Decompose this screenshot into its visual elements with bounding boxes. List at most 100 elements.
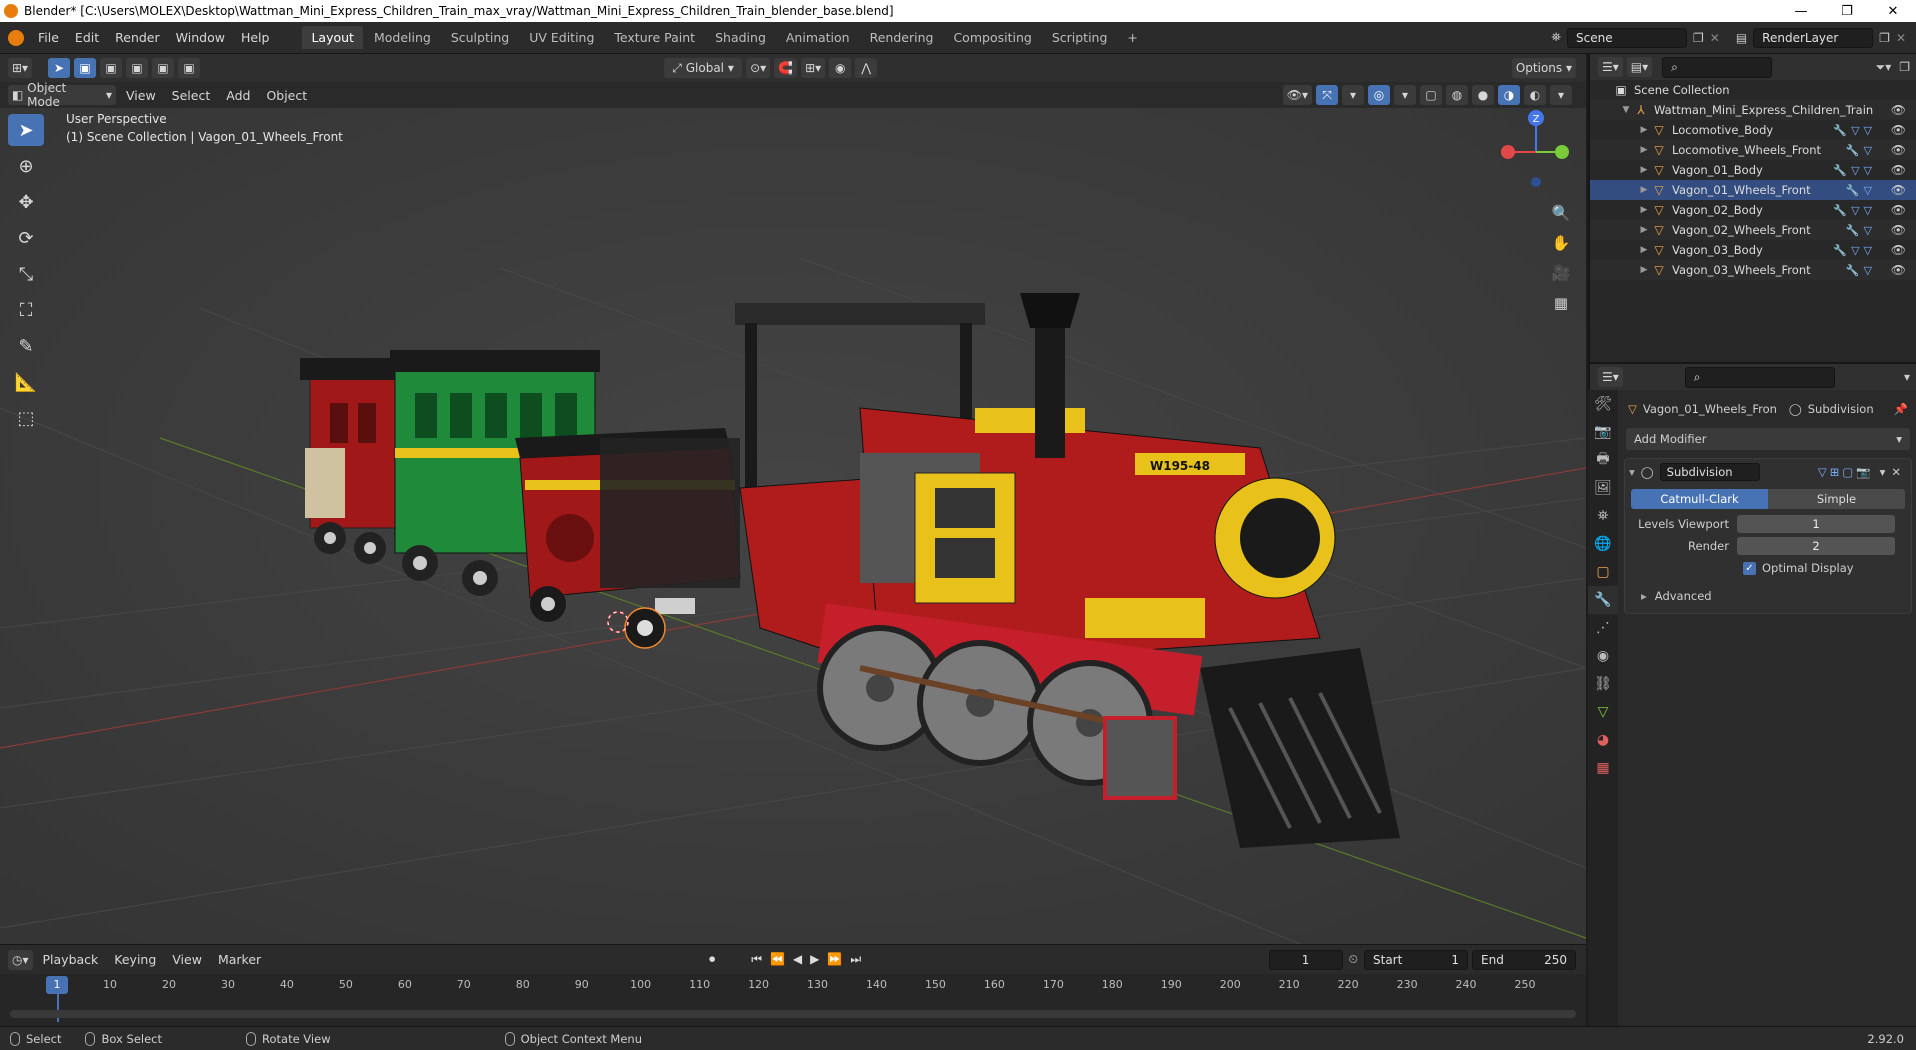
clock-icon[interactable]: ⏲ <box>1349 952 1358 967</box>
tab-modeling[interactable]: Modeling <box>365 26 440 49</box>
tab-uv-editing[interactable]: UV Editing <box>520 26 603 49</box>
cursor-tool-icon[interactable]: ⊕ <box>8 150 44 182</box>
collection-row[interactable]: ▼ ⅄ Wattman_Mini_Express_Children_Train … <box>1590 100 1916 120</box>
outliner-editor-type-icon[interactable]: ☰▾ <box>1598 57 1623 77</box>
select-box-tool-icon[interactable]: ➤ <box>8 114 44 146</box>
tab-animation[interactable]: Animation <box>777 26 859 49</box>
expand-arrow-icon[interactable]: ▶ <box>1638 225 1650 235</box>
playhead[interactable]: 1 <box>46 976 68 994</box>
object-tab-icon[interactable]: ▢ <box>1588 558 1618 586</box>
camera-view-icon[interactable]: 🎥 <box>1548 260 1574 286</box>
pivot-point-icon[interactable]: ⊙▾ <box>746 58 771 78</box>
3d-viewport[interactable]: W195-48 <box>0 108 1586 944</box>
tool-tab-icon[interactable]: 🛠 <box>1588 390 1618 418</box>
current-frame-field[interactable]: 1 <box>1268 949 1343 970</box>
tab-rendering[interactable]: Rendering <box>861 26 943 49</box>
maximize-button[interactable]: ❐ <box>1824 4 1870 19</box>
start-frame-field[interactable]: Start 1 <box>1364 949 1468 970</box>
overlay-dropdown-icon[interactable]: ▾ <box>1394 85 1416 105</box>
menu-window[interactable]: Window <box>168 30 233 45</box>
modifier-menu-icon[interactable]: ▾ <box>1880 465 1886 479</box>
snap-icon[interactable]: 🧲 <box>774 58 798 78</box>
outliner-item-vagon-03-body[interactable]: ▶ ▽ Vagon_03_Body 🔧▽▽ 👁 <box>1590 240 1916 260</box>
rendered-shading-icon[interactable]: ◐ <box>1524 85 1546 105</box>
ortho-grid-icon[interactable]: ▦ <box>1548 290 1574 316</box>
object-name-field[interactable]: Vagon_01_Wheels_Fron <box>1643 402 1789 416</box>
menu-edit[interactable]: Edit <box>67 30 107 45</box>
overlay-toggle-icon[interactable]: ◎ <box>1368 85 1390 105</box>
viewport-menu-object[interactable]: Object <box>258 88 315 103</box>
expand-arrow-icon[interactable]: ▶ <box>1638 185 1650 195</box>
pan-hand-icon[interactable]: ✋ <box>1548 230 1574 256</box>
wireframe-shading-icon[interactable]: ◍ <box>1446 85 1468 105</box>
properties-options-icon[interactable]: ▾ <box>1904 370 1910 384</box>
measure-tool-icon[interactable]: 📐 <box>8 366 44 398</box>
texture-tab-icon[interactable]: ▦ <box>1588 754 1618 782</box>
options-dropdown[interactable]: Options ▾ <box>1511 58 1576 78</box>
gizmo-y-axis[interactable] <box>1555 145 1569 159</box>
visibility-eye-icon[interactable]: 👁 <box>1891 143 1906 157</box>
outliner-item-locomotive-body[interactable]: ▶ ▽ Locomotive_Body 🔧▽▽ 👁 <box>1590 120 1916 140</box>
gizmo-dropdown-icon[interactable]: ▾ <box>1342 85 1364 105</box>
xray-icon[interactable]: ▢ <box>1420 85 1442 105</box>
visibility-eye-icon[interactable]: 👁 <box>1891 203 1906 217</box>
blender-menu-icon[interactable] <box>8 29 24 46</box>
modifier-tab-icon[interactable]: 🔧 <box>1588 586 1618 614</box>
add-workspace-icon[interactable]: + <box>1118 26 1146 49</box>
playback-controls[interactable]: ⏮⏪◀▶⏩⏭ <box>751 952 869 967</box>
solid-shading-icon[interactable]: ● <box>1472 85 1494 105</box>
annotate-tool-icon[interactable]: ✎ <box>8 330 44 362</box>
tab-layout[interactable]: Layout <box>302 26 363 49</box>
gizmo-toggle-icon[interactable]: ⤧ <box>1316 85 1338 105</box>
expand-arrow-icon[interactable]: ▼ <box>1620 105 1632 115</box>
pin-icon[interactable]: 📌 <box>1894 402 1908 416</box>
proportional-edit-icon[interactable]: ◉ <box>829 58 852 78</box>
transform-orientation-dropdown[interactable]: ⤢ Global ▾ <box>664 58 743 78</box>
shading-dropdown-icon[interactable]: ▾ <box>1550 85 1572 105</box>
select-mode-invert-icon[interactable]: ▣ <box>152 58 175 78</box>
constraints-tab-icon[interactable]: ⛓ <box>1588 670 1618 698</box>
menu-render[interactable]: Render <box>107 30 168 45</box>
outliner-item-locomotive-wheels[interactable]: ▶ ▽ Locomotive_Wheels_Front 🔧▽ 👁 <box>1590 140 1916 160</box>
visibility-eye-icon[interactable]: 👁 <box>1891 263 1906 277</box>
renderlayer-field[interactable]: RenderLayer <box>1753 27 1874 48</box>
modifier-display-toggles[interactable]: ▽⊞▢📷 <box>1818 465 1874 479</box>
world-tab-icon[interactable]: 🌐 <box>1588 530 1618 558</box>
timeline-scrollbar[interactable] <box>10 1010 1576 1018</box>
filter-icon[interactable]: ⏷▾ <box>1876 60 1892 75</box>
rotate-tool-icon[interactable]: ⟳ <box>8 222 44 254</box>
tab-sculpting[interactable]: Sculpting <box>442 26 518 49</box>
outliner-item-vagon-01-body[interactable]: ▶ ▽ Vagon_01_Body 🔧▽▽ 👁 <box>1590 160 1916 180</box>
close-window-button[interactable]: ✕ <box>1870 4 1916 19</box>
menu-help[interactable]: Help <box>233 30 278 45</box>
timeline-menu-marker[interactable]: Marker <box>210 952 269 967</box>
outliner-search-input[interactable]: ⌕ <box>1662 56 1773 78</box>
visibility-eye-icon[interactable]: 👁 <box>1891 223 1906 237</box>
tab-texture-paint[interactable]: Texture Paint <box>605 26 704 49</box>
transform-tool-icon[interactable]: ⛶ <box>8 294 44 326</box>
tab-shading[interactable]: Shading <box>706 26 775 49</box>
modifier-name-field[interactable]: Subdivision <box>1659 463 1760 481</box>
new-collection-icon[interactable]: ❐ <box>1899 60 1910 74</box>
delete-layer-icon[interactable]: ✕ <box>1896 31 1906 45</box>
display-mode-icon[interactable]: ▤▾ <box>1626 57 1653 77</box>
select-tool-icon[interactable]: ➤ <box>48 58 71 78</box>
outliner-item-vagon-02-wheels[interactable]: ▶ ▽ Vagon_02_Wheels_Front 🔧▽ 👁 <box>1590 220 1916 240</box>
physics-tab-icon[interactable]: ◉ <box>1588 642 1618 670</box>
snap-target-icon[interactable]: ⊞▾ <box>801 58 826 78</box>
scene-collection-row[interactable]: ▣ Scene Collection <box>1590 80 1916 100</box>
visibility-eye-icon[interactable]: 👁 <box>1891 123 1906 137</box>
timeline[interactable]: 10 20 30 40 50 60 70 80 90 100 110 120 130 140 150 160 1… <box>0 974 1586 1026</box>
scene-icon[interactable]: ⛯ <box>1551 30 1561 45</box>
falloff-icon[interactable]: ⋀ <box>855 58 878 78</box>
menu-file[interactable]: File <box>30 30 67 45</box>
expand-arrow-icon[interactable]: ▶ <box>1638 145 1650 155</box>
material-shading-icon[interactable]: ◑ <box>1498 85 1520 105</box>
new-scene-icon[interactable]: ❐ <box>1693 31 1704 45</box>
select-mode-intersect-icon[interactable]: ▣ <box>178 58 201 78</box>
scene-tab-icon[interactable]: ⛯ <box>1588 502 1618 530</box>
view-layer-tab-icon[interactable]: 🖼 <box>1588 474 1618 502</box>
output-tab-icon[interactable]: 🖶 <box>1588 446 1618 474</box>
data-tab-icon[interactable]: ▽ <box>1588 698 1618 726</box>
renderlayer-icon[interactable]: ▤ <box>1736 31 1747 45</box>
